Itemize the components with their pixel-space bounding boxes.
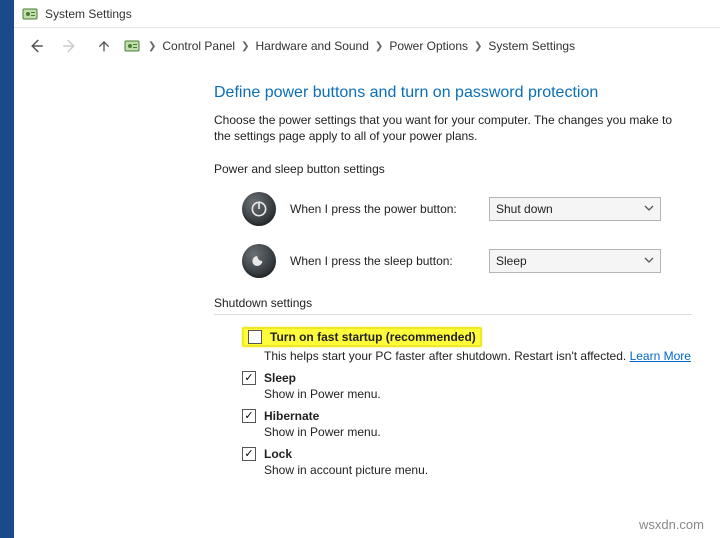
chevron-right-icon: ❯	[239, 41, 251, 52]
arrow-left-icon	[27, 37, 45, 55]
fast-startup-desc: This helps start your PC faster after sh…	[264, 349, 692, 363]
learn-more-link[interactable]: Learn More	[630, 349, 691, 363]
up-button[interactable]	[90, 32, 118, 60]
highlight-annotation: Turn on fast startup (recommended)	[242, 327, 482, 347]
hibernate-checkbox[interactable]: ✓	[242, 409, 256, 423]
lock-checkbox[interactable]: ✓	[242, 447, 256, 461]
window-left-edge	[0, 0, 14, 538]
sleep-item: ✓ Sleep Show in Power menu.	[242, 371, 692, 401]
chevron-down-icon	[644, 254, 654, 268]
power-button-dropdown[interactable]: Shut down	[489, 197, 661, 221]
power-button-setting: When I press the power button: Shut down	[242, 192, 692, 226]
dropdown-value: Shut down	[496, 202, 553, 216]
navigation-bar: ❯ Control Panel ❯ Hardware and Sound ❯ P…	[14, 28, 720, 64]
chevron-down-icon	[644, 202, 654, 216]
fast-startup-label: Turn on fast startup (recommended)	[270, 330, 476, 344]
breadcrumb-item[interactable]: Hardware and Sound	[256, 39, 369, 53]
breadcrumb-item[interactable]: Power Options	[389, 39, 468, 53]
sleep-button-label: When I press the sleep button:	[290, 254, 475, 268]
hibernate-item: ✓ Hibernate Show in Power menu.	[242, 409, 692, 439]
power-icon	[242, 192, 276, 226]
chevron-right-icon: ❯	[146, 41, 158, 52]
breadcrumb-item[interactable]: Control Panel	[162, 39, 235, 53]
arrow-up-icon	[96, 38, 112, 54]
sleep-checkbox[interactable]: ✓	[242, 371, 256, 385]
window-title: System Settings	[45, 7, 132, 21]
section-power-sleep-label: Power and sleep button settings	[214, 162, 692, 176]
watermark: wsxdn.com	[639, 517, 704, 532]
sleep-button-dropdown[interactable]: Sleep	[489, 249, 661, 273]
power-button-label: When I press the power button:	[290, 202, 475, 216]
app-window: System Settings ❯ Control Panel ❯ Hardwa…	[14, 0, 720, 538]
content-area: Define power buttons and turn on passwor…	[14, 64, 720, 505]
control-panel-icon	[22, 6, 38, 22]
dropdown-value: Sleep	[496, 254, 527, 268]
breadcrumb-icon	[124, 38, 140, 54]
hibernate-desc: Show in Power menu.	[264, 425, 692, 439]
sleep-desc: Show in Power menu.	[264, 387, 692, 401]
forward-button[interactable]	[56, 32, 84, 60]
page-description: Choose the power settings that you want …	[214, 112, 692, 144]
section-shutdown-label: Shutdown settings	[214, 296, 692, 315]
sleep-label: Sleep	[264, 371, 296, 385]
chevron-right-icon: ❯	[472, 41, 484, 52]
titlebar: System Settings	[14, 0, 720, 28]
back-button[interactable]	[22, 32, 50, 60]
breadcrumb-item[interactable]: System Settings	[488, 39, 575, 53]
sleep-button-setting: When I press the sleep button: Sleep	[242, 244, 692, 278]
fast-startup-item: Turn on fast startup (recommended) This …	[242, 327, 692, 363]
shutdown-settings-list: Turn on fast startup (recommended) This …	[242, 327, 692, 477]
fast-startup-checkbox[interactable]	[248, 330, 262, 344]
arrow-right-icon	[61, 37, 79, 55]
breadcrumb[interactable]: ❯ Control Panel ❯ Hardware and Sound ❯ P…	[124, 38, 712, 54]
hibernate-label: Hibernate	[264, 409, 319, 423]
sleep-icon	[242, 244, 276, 278]
page-title: Define power buttons and turn on passwor…	[214, 84, 692, 102]
lock-label: Lock	[264, 447, 292, 461]
chevron-right-icon: ❯	[373, 41, 385, 52]
lock-desc: Show in account picture menu.	[264, 463, 692, 477]
lock-item: ✓ Lock Show in account picture menu.	[242, 447, 692, 477]
